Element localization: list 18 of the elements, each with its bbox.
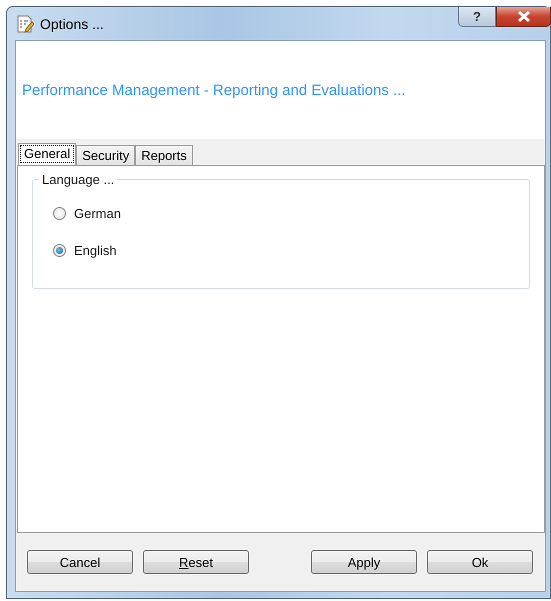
tab[interactable]: Reports: [135, 145, 193, 165]
tab[interactable]: General: [18, 143, 76, 165]
tab[interactable]: Security: [76, 145, 136, 165]
close-button[interactable]: [496, 7, 551, 27]
dialog-button[interactable]: Apply: [311, 550, 417, 574]
radio-label[interactable]: German: [74, 206, 121, 221]
dialog-button[interactable]: Ok: [427, 550, 533, 574]
radio-button[interactable]: [53, 244, 66, 257]
help-button[interactable]: ?: [458, 7, 496, 27]
dialog-button[interactable]: Cancel: [27, 550, 133, 574]
header-title: Performance Management - Reporting and Evaluations ...: [22, 82, 406, 98]
group-title: Language ...: [39, 172, 118, 187]
dialog-button[interactable]: Reset: [143, 550, 249, 574]
radio-button[interactable]: [53, 207, 66, 220]
close-icon: [516, 11, 530, 22]
document-pencil-icon: [17, 14, 34, 32]
window-title: Options ...: [40, 16, 104, 32]
radio-label[interactable]: English: [74, 243, 117, 258]
